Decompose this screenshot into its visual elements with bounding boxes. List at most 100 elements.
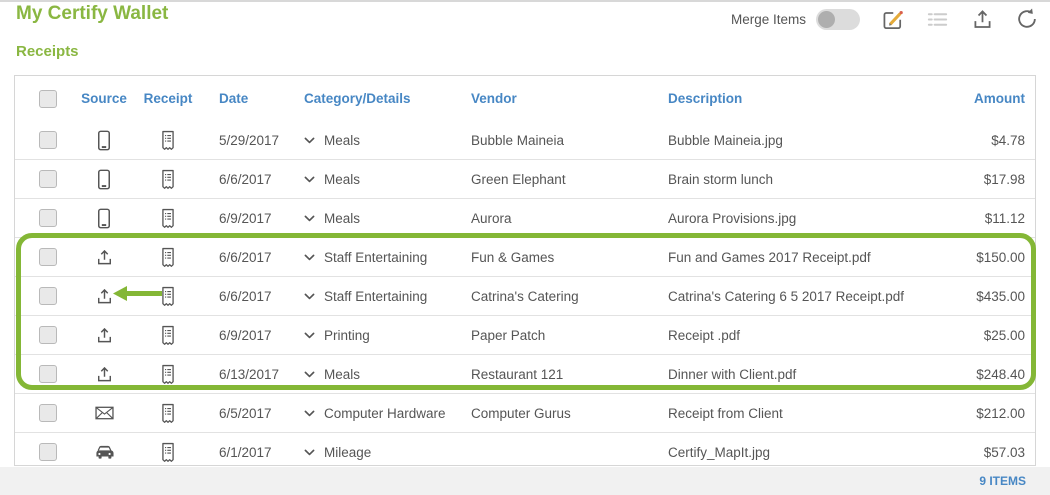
description-cell: Dinner with Client.pdf	[668, 366, 797, 382]
receipt-icon[interactable]	[160, 286, 176, 307]
row-checkbox[interactable]	[39, 170, 57, 188]
date-cell: 6/6/2017	[219, 288, 272, 304]
row-checkbox[interactable]	[39, 248, 57, 266]
category-cell[interactable]: Computer Hardware	[324, 406, 446, 421]
column-header-vendor[interactable]: Vendor	[452, 76, 649, 121]
chevron-down-icon[interactable]	[304, 254, 315, 261]
vendor-cell: Fun & Games	[471, 249, 555, 265]
amount-cell: $435.00	[976, 288, 1025, 304]
chevron-down-icon[interactable]	[304, 371, 315, 378]
amount-cell: $212.00	[976, 405, 1025, 421]
amount-cell: $57.03	[983, 444, 1025, 460]
mobile-source-icon	[97, 208, 111, 229]
vendor-cell: Restaurant 121	[471, 366, 564, 382]
table-header-row: Source Receipt Date Category/Details Ven…	[15, 76, 1035, 121]
table-row[interactable]: 6/9/2017 Meals Aurora Aurora Provisions.…	[15, 198, 1035, 238]
table-row[interactable]: 6/6/2017 Staff Entertaining Fun & Games …	[15, 237, 1035, 277]
items-count: 9 ITEMS	[979, 474, 1026, 488]
receipts-table-card: Source Receipt Date Category/Details Ven…	[14, 75, 1036, 471]
row-checkbox[interactable]	[39, 287, 57, 305]
table-row[interactable]: 6/5/2017 Computer Hardware Computer Guru…	[15, 393, 1035, 433]
receipts-table: Source Receipt Date Category/Details Ven…	[15, 76, 1035, 471]
table-row[interactable]: 5/29/2017 Meals Bubble Maineia Bubble Ma…	[15, 121, 1035, 160]
category-cell[interactable]: Staff Entertaining	[324, 250, 427, 265]
chevron-down-icon[interactable]	[304, 410, 315, 417]
email-source-icon	[95, 406, 114, 420]
amount-cell: $17.98	[983, 171, 1025, 187]
column-header-source[interactable]: Source	[73, 76, 135, 121]
upload-source-icon	[96, 248, 113, 267]
receipt-icon[interactable]	[160, 169, 176, 190]
column-header-amount[interactable]: Amount	[959, 76, 1035, 121]
car-source-icon	[94, 444, 115, 460]
receipt-icon[interactable]	[160, 130, 176, 151]
chevron-down-icon[interactable]	[304, 449, 315, 456]
row-checkbox[interactable]	[39, 443, 57, 461]
category-cell[interactable]: Printing	[324, 328, 370, 343]
upload-source-icon	[96, 365, 113, 384]
chevron-down-icon[interactable]	[304, 332, 315, 339]
vendor-cell: Catrina's Catering	[471, 288, 579, 304]
merge-items-toggle[interactable]	[816, 8, 860, 30]
category-cell[interactable]: Staff Entertaining	[324, 289, 427, 304]
amount-cell: $11.12	[984, 210, 1025, 226]
receipt-icon[interactable]	[160, 403, 176, 424]
category-cell[interactable]: Meals	[324, 367, 360, 382]
description-cell: Aurora Provisions.jpg	[668, 210, 797, 226]
amount-cell: $150.00	[976, 249, 1025, 265]
date-cell: 6/9/2017	[219, 210, 272, 226]
page-title: My Certify Wallet	[16, 3, 169, 24]
receipt-icon[interactable]	[160, 325, 176, 346]
table-row[interactable]: 6/13/2017 Meals Restaurant 121 Dinner wi…	[15, 354, 1035, 394]
row-checkbox[interactable]	[39, 209, 57, 227]
vendor-cell: Computer Gurus	[471, 405, 571, 421]
select-all-checkbox[interactable]	[39, 89, 57, 108]
upload-icon[interactable]	[969, 6, 995, 32]
date-cell: 6/1/2017	[219, 444, 272, 460]
edit-icon[interactable]	[879, 6, 905, 32]
upload-source-icon	[96, 287, 113, 306]
vendor-cell: Aurora	[471, 210, 512, 226]
mobile-source-icon	[97, 169, 111, 190]
receipt-icon[interactable]	[160, 442, 176, 463]
chevron-down-icon[interactable]	[304, 293, 315, 300]
refresh-icon[interactable]	[1014, 6, 1040, 32]
date-cell: 6/6/2017	[219, 249, 272, 265]
row-checkbox[interactable]	[39, 365, 57, 383]
amount-cell: $248.40	[976, 366, 1025, 382]
receipt-icon[interactable]	[160, 247, 176, 268]
table-row[interactable]: 6/1/2017 Mileage Certify_MapIt.jpg $57.0…	[15, 432, 1035, 471]
column-header-category[interactable]: Category/Details	[285, 76, 452, 121]
footer-strip: 9 ITEMS	[0, 467, 1050, 495]
category-cell[interactable]: Meals	[324, 172, 360, 187]
receipt-icon[interactable]	[160, 364, 176, 385]
description-cell: Brain storm lunch	[668, 171, 774, 187]
row-checkbox[interactable]	[39, 326, 57, 344]
category-cell[interactable]: Meals	[324, 211, 360, 226]
column-header-receipt[interactable]: Receipt	[135, 76, 201, 121]
category-cell[interactable]: Meals	[324, 133, 360, 148]
row-checkbox[interactable]	[39, 404, 57, 422]
column-header-description[interactable]: Description	[649, 76, 959, 121]
table-row[interactable]: 6/9/2017 Printing Paper Patch Receipt .p…	[15, 315, 1035, 355]
chevron-down-icon[interactable]	[304, 137, 315, 144]
vendor-cell: Paper Patch	[471, 327, 546, 343]
chevron-down-icon[interactable]	[304, 176, 315, 183]
section-title: Receipts	[16, 43, 79, 60]
description-cell: Receipt from Client	[668, 405, 783, 421]
receipt-icon[interactable]	[160, 208, 176, 229]
date-cell: 6/13/2017	[219, 366, 280, 382]
chevron-down-icon[interactable]	[304, 215, 315, 222]
table-row[interactable]: 6/6/2017 Meals Green Elephant Brain stor…	[15, 159, 1035, 199]
list-icon[interactable]	[924, 6, 950, 32]
category-cell[interactable]: Mileage	[324, 445, 371, 460]
description-cell: Bubble Maineia.jpg	[668, 132, 783, 148]
date-cell: 6/5/2017	[219, 405, 272, 421]
toolbar: Merge Items	[731, 5, 1040, 33]
row-checkbox[interactable]	[39, 131, 57, 149]
table-row[interactable]: 6/6/2017 Staff Entertaining Catrina's Ca…	[15, 276, 1035, 316]
column-header-date[interactable]: Date	[201, 76, 285, 121]
mobile-source-icon	[97, 130, 111, 151]
vendor-cell: Bubble Maineia	[471, 132, 565, 148]
description-cell: Fun and Games 2017 Receipt.pdf	[668, 249, 871, 265]
